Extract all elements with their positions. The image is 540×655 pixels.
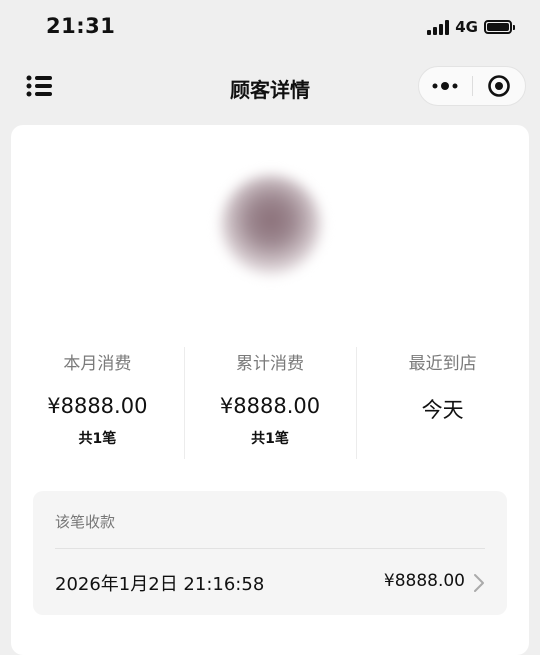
stat-last-visit: 最近到店 今天 bbox=[356, 347, 529, 459]
record-time: 2026年1月2日 21:16:58 bbox=[55, 574, 265, 595]
target-close-icon bbox=[487, 75, 510, 97]
stat-count: 共1笔 bbox=[251, 431, 289, 447]
more-button[interactable] bbox=[419, 67, 472, 105]
stat-count: 共1笔 bbox=[78, 431, 117, 447]
mini-program-capsule bbox=[418, 66, 526, 106]
divider bbox=[55, 548, 485, 549]
stat-monthly: 本月消费 ¥8888.00 共1笔 bbox=[11, 347, 184, 459]
record-amount: ¥8888.00 bbox=[383, 571, 465, 591]
stat-value: ¥8888.00 bbox=[219, 394, 321, 418]
status-bar: 21:31 4G bbox=[0, 0, 540, 60]
stat-value: ¥8888.00 bbox=[47, 394, 148, 418]
record-title: 该笔收款 bbox=[55, 513, 116, 531]
stat-label: 最近到店 bbox=[408, 354, 477, 374]
stat-value: 今天 bbox=[421, 398, 464, 422]
stat-label: 本月消费 bbox=[63, 354, 132, 374]
signal-icon bbox=[427, 19, 450, 35]
nav-bar: 顾客详情 bbox=[0, 60, 540, 116]
status-indicators: 4G bbox=[427, 18, 515, 36]
customer-card: 本月消费 ¥8888.00 共1笔 累计消费 ¥8888.00 共1笔 最近到店… bbox=[11, 125, 529, 655]
avatar bbox=[221, 175, 321, 275]
close-button[interactable] bbox=[473, 67, 526, 105]
more-icon bbox=[432, 82, 458, 90]
stat-label: 累计消费 bbox=[236, 354, 304, 374]
stats-row: 本月消费 ¥8888.00 共1笔 累计消费 ¥8888.00 共1笔 最近到店… bbox=[11, 347, 529, 459]
chevron-right-icon bbox=[474, 574, 484, 592]
payment-record[interactable]: 该笔收款 2026年1月2日 21:16:58 ¥8888.00 bbox=[33, 491, 507, 615]
stat-total: 累计消费 ¥8888.00 共1笔 bbox=[183, 347, 357, 459]
network-label: 4G bbox=[455, 18, 478, 36]
status-time: 21:31 bbox=[46, 14, 116, 38]
battery-icon bbox=[484, 20, 515, 34]
